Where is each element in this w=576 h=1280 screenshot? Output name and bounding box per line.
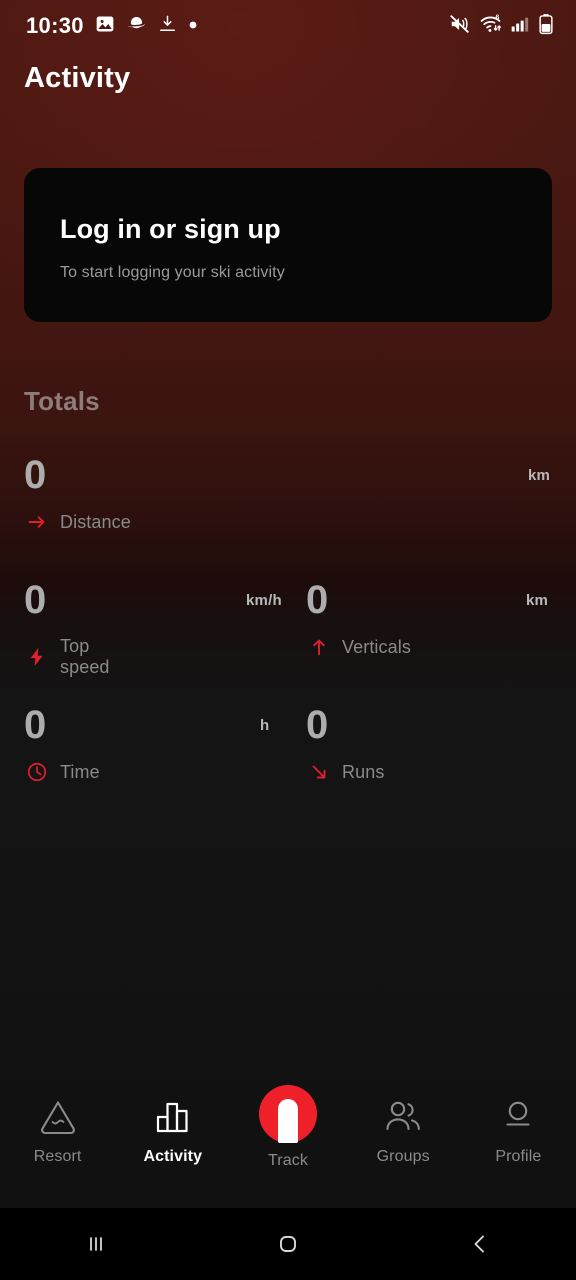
- bar-chart-icon: [154, 1094, 192, 1138]
- totals-stats: 0 km Distance 0 km/h Top speed 0 km Vert…: [0, 455, 576, 830]
- nav-label: Activity: [143, 1148, 203, 1165]
- stat-row: 0 km Distance: [0, 455, 576, 580]
- stat-value: 0: [24, 703, 47, 747]
- totals-heading: Totals: [24, 386, 100, 416]
- back-button[interactable]: [430, 1229, 530, 1259]
- stat-bottom: Verticals: [308, 636, 411, 658]
- stat-label: Time: [60, 761, 100, 782]
- stat-label: Top speed: [60, 636, 110, 677]
- status-bar-clock: 10:30: [26, 13, 84, 38]
- stat-row: 0 km/h Top speed 0 km Verticals: [0, 580, 576, 705]
- stat-label: Distance: [60, 511, 131, 532]
- stat-distance: 0 km Distance: [24, 453, 552, 532]
- stat-bottom: Distance: [26, 511, 131, 533]
- stat-value: 0: [306, 703, 329, 747]
- svg-text:6: 6: [495, 14, 499, 21]
- track-record-button[interactable]: [258, 1085, 317, 1143]
- stat-top-speed: 0 km/h Top speed: [24, 578, 282, 677]
- home-button[interactable]: [238, 1229, 338, 1259]
- lightning-bolt-icon: [26, 646, 48, 668]
- nav-label: Groups: [376, 1148, 430, 1165]
- stat-unit: km: [528, 467, 551, 484]
- download-icon: [158, 14, 177, 38]
- nav-label: Track: [268, 1152, 308, 1169]
- status-bar: 10:30 6: [0, 0, 576, 52]
- nav-item-profile[interactable]: Profile: [461, 1094, 576, 1166]
- stat-runs: 0 Runs: [306, 703, 384, 782]
- wifi-6-icon: 6: [479, 13, 502, 40]
- battery-icon: [538, 13, 554, 40]
- nav-item-track[interactable]: Track: [230, 1085, 345, 1170]
- track-icon: [258, 1085, 317, 1143]
- nav-item-groups[interactable]: Groups: [346, 1094, 461, 1166]
- status-bar-left: 10:30: [26, 13, 198, 39]
- planet-icon: [126, 13, 147, 39]
- nav-item-resort[interactable]: Resort: [0, 1094, 115, 1166]
- people-icon: [382, 1094, 424, 1138]
- track-inner-shape: [277, 1099, 298, 1143]
- page-title: Activity: [24, 62, 131, 94]
- stat-value: 0: [24, 453, 47, 497]
- mute-icon: [449, 13, 471, 40]
- recent-apps-button[interactable]: [46, 1229, 146, 1259]
- person-icon: [499, 1094, 537, 1138]
- nav-label: Profile: [495, 1148, 542, 1165]
- arrow-down-right-icon: [308, 761, 330, 783]
- status-bar-right: 6: [449, 13, 554, 40]
- arrow-right-icon: [26, 511, 48, 533]
- stat-value: 0: [24, 578, 47, 622]
- bottom-navigation-bar: Resort Activity Track Groups Profile: [0, 1080, 576, 1208]
- stat-unit: h: [260, 717, 270, 734]
- stat-label: Verticals: [342, 636, 411, 657]
- stat-unit: km: [526, 592, 549, 609]
- arrow-up-icon: [308, 636, 330, 658]
- mountain-icon: [37, 1094, 79, 1138]
- clock-icon: [26, 761, 48, 783]
- stat-bottom: Runs: [308, 761, 384, 783]
- stat-verticals: 0 km Verticals: [306, 578, 548, 657]
- stat-time: 0 h Time: [24, 703, 269, 782]
- android-navigation-bar: [0, 1208, 576, 1280]
- dot-icon: [188, 17, 198, 35]
- stat-value: 0: [306, 578, 329, 622]
- app-screen: 10:30 6 Activity Log in or sign up To st…: [0, 0, 576, 1280]
- stat-row: 0 h Time 0 Runs: [0, 705, 576, 830]
- stat-unit: km/h: [246, 592, 282, 609]
- login-card-subtitle: To start logging your ski activity: [60, 264, 285, 281]
- stat-bottom: Time: [26, 761, 100, 783]
- login-signup-card[interactable]: Log in or sign up To start logging your …: [24, 168, 552, 322]
- stat-bottom: Top speed: [26, 636, 110, 678]
- stat-label: Runs: [342, 761, 385, 782]
- login-card-title: Log in or sign up: [60, 214, 281, 244]
- signal-bars-icon: [510, 14, 530, 39]
- nav-item-activity[interactable]: Activity: [115, 1094, 230, 1166]
- image-icon: [95, 14, 115, 39]
- nav-label: Resort: [33, 1148, 82, 1165]
